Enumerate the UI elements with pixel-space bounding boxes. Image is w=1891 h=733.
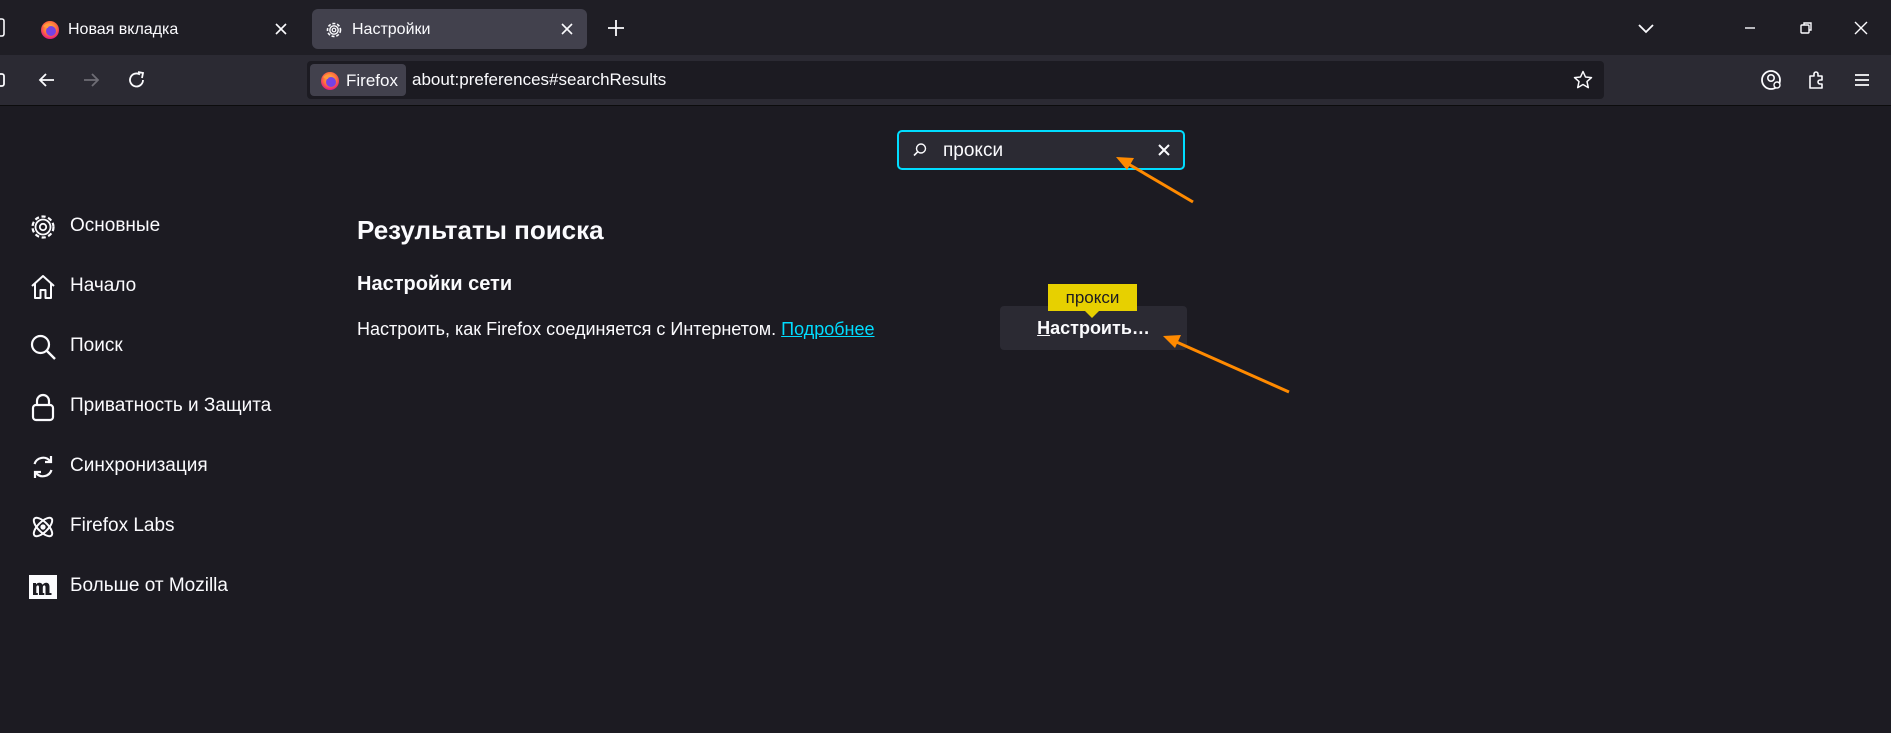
sidebar-item-label: Начало xyxy=(70,275,137,296)
firefox-icon xyxy=(321,72,339,90)
search-icon xyxy=(30,334,56,360)
new-tab-plus-icon[interactable] xyxy=(604,14,628,42)
preferences-search-box[interactable] xyxy=(897,130,1185,170)
sidebar-item-search[interactable]: Поиск xyxy=(28,325,318,365)
sidebar-item-label: Поиск xyxy=(70,335,123,356)
sidebar-item-privacy[interactable]: Приватность и Защита xyxy=(28,385,318,425)
gear-icon xyxy=(31,215,55,239)
network-settings-description: Настроить, как Firefox соединяется с Инт… xyxy=(357,317,875,341)
close-icon[interactable] xyxy=(557,19,577,39)
search-highlight-tooltip: прокси xyxy=(1048,284,1137,311)
firefox-icon xyxy=(41,21,59,39)
minimize-icon[interactable] xyxy=(1738,16,1762,40)
navigation-toolbar: Firefox about:preferences#searchResults xyxy=(0,55,1891,106)
mozilla-logo-icon xyxy=(29,575,57,599)
sidebar-item-firefox-labs[interactable]: Firefox Labs xyxy=(28,505,318,545)
gear-icon xyxy=(326,22,342,38)
atom-icon xyxy=(32,516,54,538)
sidebar-item-label: Firefox Labs xyxy=(70,515,175,536)
search-icon xyxy=(913,143,927,157)
tab-title: Новая вкладка xyxy=(68,21,179,38)
learn-more-link[interactable]: Подробнее xyxy=(781,319,874,339)
accesskey-letter: Н xyxy=(1037,318,1051,338)
sidebar-toggle-icon[interactable] xyxy=(0,67,16,93)
window-close-icon[interactable] xyxy=(1849,16,1873,40)
url-text[interactable]: about:preferences#searchResults xyxy=(412,70,666,90)
forward-arrow-icon[interactable] xyxy=(78,67,104,93)
tab-new-tab[interactable]: Новая вкладка xyxy=(28,9,301,49)
url-bar[interactable]: Firefox about:preferences#searchResults xyxy=(307,61,1604,99)
chevron-down-icon[interactable] xyxy=(1634,16,1658,40)
identity-box[interactable]: Firefox xyxy=(310,64,406,96)
network-settings-heading: Настройки сети xyxy=(357,273,513,295)
home-icon xyxy=(31,275,55,299)
identity-label: Firefox xyxy=(346,71,398,90)
clear-search-icon[interactable] xyxy=(1155,141,1173,159)
button-label: астроить… xyxy=(1050,318,1150,338)
tab-strip: Новая вкладка Настройки xyxy=(0,0,1891,55)
tab-title: Настройки xyxy=(352,21,431,38)
annotation-arrows xyxy=(1116,157,1290,394)
star-icon[interactable] xyxy=(1572,69,1594,91)
sidebar-item-label: Больше от Mozilla xyxy=(70,575,228,596)
sync-icon xyxy=(33,456,53,478)
sidebar-item-home[interactable]: Начало xyxy=(28,265,318,305)
reload-icon[interactable] xyxy=(124,67,150,93)
tooltip-tail xyxy=(1085,311,1099,318)
lock-icon xyxy=(31,393,55,422)
sidebar-item-label: Синхронизация xyxy=(70,455,208,476)
description-text: Настроить, как Firefox соединяется с Инт… xyxy=(357,319,777,339)
sidebar-item-more-from-mozilla[interactable]: Больше от Mozilla xyxy=(28,565,318,605)
account-icon[interactable] xyxy=(1758,67,1784,93)
extensions-icon[interactable] xyxy=(1804,67,1830,93)
sidebar-item-label: Основные xyxy=(70,215,161,236)
back-arrow-icon[interactable] xyxy=(34,67,60,93)
tab-list-icon[interactable] xyxy=(0,18,6,38)
search-input[interactable] xyxy=(943,138,1143,164)
sidebar-item-general[interactable]: Основные xyxy=(28,205,318,245)
sidebar-item-sync[interactable]: Синхронизация xyxy=(28,445,318,485)
close-icon[interactable] xyxy=(271,19,291,39)
sidebar-item-label: Приватность и Защита xyxy=(70,395,272,416)
menu-icon[interactable] xyxy=(1849,67,1875,93)
tab-settings[interactable]: Настройки xyxy=(312,9,587,49)
restore-icon[interactable] xyxy=(1794,16,1818,40)
page-title: Результаты поиска xyxy=(357,215,604,245)
